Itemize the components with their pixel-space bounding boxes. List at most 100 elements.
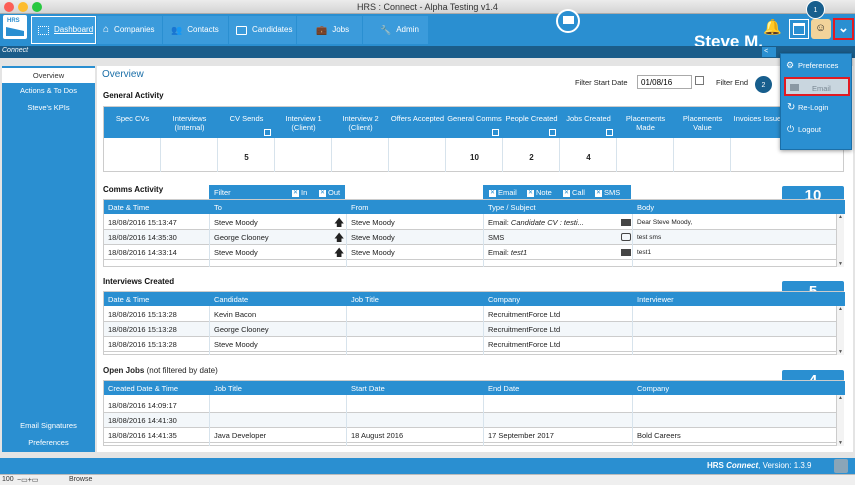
filter-end-label: Filter End [716, 78, 749, 87]
footer-bar: HRS Connect, Version: 1.3.9 [0, 458, 855, 474]
messages-button[interactable] [556, 9, 580, 33]
zoom-level: 100 [2, 476, 14, 483]
collapse-button[interactable]: < [762, 47, 776, 57]
people-icon: 👥 [171, 25, 183, 35]
avatar[interactable]: ☺ [811, 19, 831, 39]
bell-icon[interactable]: 🔔 [763, 18, 782, 36]
header-to: To [214, 203, 222, 212]
footer-brand-italic: Connect [726, 461, 759, 470]
filter-email-checkbox[interactable]: ✕ Email [489, 188, 517, 197]
close-window-button[interactable] [4, 2, 14, 12]
comms-activity-title: Comms Activity [103, 185, 164, 194]
header-offers-accepted: Offers Accepted [390, 114, 445, 123]
header-from: From [351, 203, 369, 212]
header-candidate: Candidate [214, 295, 249, 304]
interviews-scrollbar[interactable] [836, 306, 844, 355]
calendar-picker-icon[interactable] [695, 76, 704, 85]
table-row[interactable]: 18/08/2016 14:33:14 Steve Moody 🡅 Steve … [104, 245, 836, 260]
header-jobs-created: Jobs Created [566, 114, 611, 123]
header-general-comms: General Comms [447, 114, 502, 123]
open-jobs-subtitle: (not filtered by date) [146, 366, 218, 375]
help-icon[interactable] [834, 459, 848, 473]
comms-direction-filter: Filter ✕ In ✕ Out [209, 185, 345, 199]
filter-start-input[interactable] [637, 75, 692, 89]
general-activity-table: Spec CVs Interviews (Internal) CV Sends … [103, 106, 845, 172]
table-row[interactable]: 18/08/2016 15:13:28 George Clooney Recru… [104, 322, 836, 337]
nav-companies[interactable]: ⌂ Companies [97, 16, 162, 44]
table-row[interactable]: 18/08/2016 14:41:30 [104, 413, 836, 428]
sidebar-item-email-signatures[interactable]: Email Signatures [2, 418, 95, 433]
sms-icon [621, 233, 631, 241]
nav-admin[interactable]: 🔧 Admin [374, 16, 426, 44]
filter-sms-checkbox[interactable]: ✕ SMS [595, 188, 620, 197]
nav-dashboard[interactable]: Dashboard [31, 16, 96, 44]
user-menu: ⚙ Preferences Email ↻ Re-Login ⏻ Logout [780, 53, 852, 150]
home-icon: ⌂ [103, 24, 110, 35]
calendar-button[interactable] [789, 19, 809, 39]
menu-dropdown-button[interactable]: ⌄ [833, 18, 854, 40]
header-company: Company [637, 384, 670, 393]
filter-in-checkbox[interactable]: ✕ In [292, 188, 307, 197]
menu-item-logout[interactable]: ⏻ Logout [784, 120, 850, 139]
sidebar: Overview Actions & To Dos Steve's KPIs E… [2, 66, 95, 452]
header-created: Created Date & Time [108, 384, 179, 393]
id-card-icon [236, 25, 247, 35]
jobs-scrollbar[interactable] [836, 395, 844, 446]
table-row[interactable]: 18/08/2016 14:09:17 [104, 398, 836, 413]
sidebar-item-overview[interactable]: Overview [2, 68, 95, 83]
header-interviews-internal: Interviews (Internal) [172, 114, 207, 132]
sidebar-item-preferences[interactable]: Preferences [2, 435, 95, 450]
comms-type-filter: ✕ Email ✕ Note ✕ Call ✕ SMS [483, 185, 631, 199]
table-row[interactable]: 18/08/2016 15:13:28 Steve Moody Recruitm… [104, 337, 836, 352]
wrench-icon: 🔧 [380, 25, 392, 35]
overview-panel: Overview Filter Start Date Filter End Ge… [97, 66, 853, 452]
header-interviewer: Interviewer [637, 295, 674, 304]
power-icon: ⏻ [787, 124, 795, 134]
open-jobs-title: Open Jobs [103, 366, 145, 375]
face-icon: ☺ [815, 22, 827, 34]
filter-out-checkbox[interactable]: ✕ Out [319, 188, 340, 197]
window-titlebar: HRS : Connect - Alpha Testing v1.4 [0, 0, 855, 14]
footer-version: , Version: 1.3.9 [758, 461, 812, 470]
header-company: Company [488, 295, 521, 304]
table-row[interactable]: 18/08/2016 15:13:47 Steve Moody 🡅 Steve … [104, 215, 836, 230]
table-row[interactable]: 18/08/2016 14:35:30 George Clooney 🡅 Ste… [104, 230, 836, 245]
external-link-icon[interactable] [549, 129, 556, 136]
refresh-icon: ↻ [787, 102, 796, 113]
status-bar: 100 −▭+▭ Browse [0, 474, 855, 485]
nav-candidates[interactable]: Candidates [230, 16, 296, 44]
footer-brand: HRS [707, 461, 724, 470]
sidebar-item-actions[interactable]: Actions & To Dos [2, 83, 95, 98]
external-link-icon[interactable] [264, 129, 271, 136]
calendar-icon [793, 23, 805, 35]
chevron-left-icon: < [764, 48, 769, 55]
menu-item-email[interactable]: Email [784, 77, 850, 96]
header-type-subject: Type / Subject [488, 203, 536, 212]
step-marker-2: 2 [754, 75, 773, 94]
filter-call-checkbox[interactable]: ✕ Call [563, 188, 585, 197]
nav-contacts[interactable]: 👥 Contacts [165, 16, 227, 44]
menu-item-relogin[interactable]: ↻ Re-Login [784, 98, 850, 117]
zoom-window-button[interactable] [32, 2, 42, 12]
minimize-window-button[interactable] [18, 2, 28, 12]
connect-bar: Connect < [0, 46, 855, 58]
zoom-controls-icon[interactable]: −▭+▭ [17, 476, 38, 484]
interviews-table: Date & Time Candidate Job Title Company … [103, 291, 845, 355]
external-link-icon[interactable] [492, 129, 499, 136]
header-spec-cvs: Spec CVs [115, 114, 150, 123]
external-link-icon[interactable] [606, 129, 613, 136]
filter-note-checkbox[interactable]: ✕ Note [527, 188, 552, 197]
menu-item-preferences[interactable]: ⚙ Preferences [784, 56, 850, 75]
chevron-down-icon: ⌄ [838, 20, 849, 35]
main-nav: HRS Dashboard ⌂ Companies 👥 Contacts Can… [0, 9, 855, 51]
header-people-created: People Created [505, 114, 558, 123]
table-row[interactable]: 18/08/2016 14:41:35 Java Developer 18 Au… [104, 428, 836, 443]
envelope-icon [790, 84, 799, 91]
comms-scrollbar[interactable] [836, 214, 844, 267]
interviews-created-title: Interviews Created [103, 277, 175, 286]
check-icon: ✕ [527, 189, 534, 197]
table-row[interactable]: 18/08/2016 15:13:28 Kevin Bacon Recruitm… [104, 307, 836, 322]
nav-jobs[interactable]: 💼 Jobs [310, 16, 360, 44]
sidebar-item-kpis[interactable]: Steve's KPIs [2, 100, 95, 115]
email-icon [621, 219, 631, 226]
